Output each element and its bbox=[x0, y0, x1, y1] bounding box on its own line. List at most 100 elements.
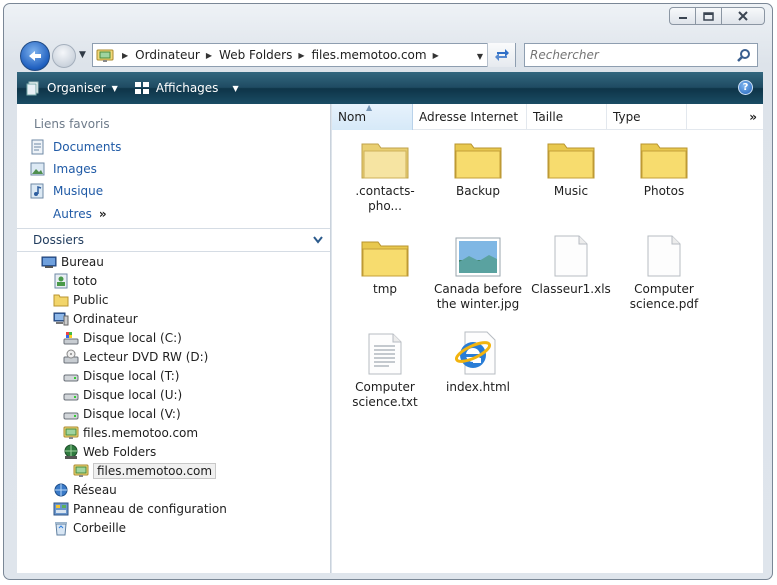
minimize-icon bbox=[678, 17, 687, 19]
drive-icon bbox=[63, 374, 79, 381]
blank-file-icon bbox=[554, 235, 588, 277]
column-header-name[interactable]: ▲ Nom bbox=[332, 103, 413, 130]
file-item-tmp[interactable]: tmp bbox=[339, 232, 431, 297]
address-bar[interactable]: ▶ Ordinateur ▶ Web Folders ▶ files.memot… bbox=[92, 43, 516, 67]
favorite-more-link[interactable]: Autres » bbox=[53, 207, 107, 221]
search-input[interactable] bbox=[525, 48, 725, 62]
file-item-contacts-folder[interactable]: .contacts-pho... bbox=[339, 134, 431, 214]
tree-item-label: Lecteur DVD RW (D:) bbox=[83, 349, 209, 364]
tree-item-drive-t[interactable]: Disque local (T:) bbox=[63, 366, 179, 385]
tree-item-label: Disque local (U:) bbox=[83, 387, 183, 402]
back-button[interactable] bbox=[20, 41, 50, 71]
column-header-address[interactable]: Adresse Internet bbox=[413, 104, 527, 130]
close-button[interactable] bbox=[721, 7, 765, 25]
tree-item-label: toto bbox=[73, 273, 98, 288]
maximize-button[interactable] bbox=[695, 7, 722, 25]
more-columns-chevron-icon[interactable]: » bbox=[749, 110, 757, 124]
tree-item-toto[interactable]: toto bbox=[53, 271, 97, 290]
file-name: index.html bbox=[446, 380, 510, 394]
favorite-link-music[interactable]: Musique bbox=[29, 183, 103, 199]
tree-item-bureau[interactable]: Bureau bbox=[41, 252, 104, 271]
recent-pages-dropdown[interactable]: ▼ bbox=[79, 50, 86, 60]
folder-icon bbox=[361, 241, 409, 277]
breadcrumb-separator-icon[interactable]: ▶ bbox=[200, 51, 219, 60]
image-file-icon bbox=[455, 237, 501, 277]
dvd-drive-icon bbox=[63, 349, 79, 363]
address-history-dropdown[interactable]: ▼ bbox=[477, 52, 483, 61]
chevron-down-icon: ▼ bbox=[111, 83, 118, 93]
tree-item-web-folders[interactable]: Web Folders bbox=[63, 442, 156, 461]
folders-header[interactable]: Dossiers bbox=[17, 228, 330, 252]
column-label: Type bbox=[613, 110, 641, 124]
file-name: Photos bbox=[643, 184, 685, 198]
chevron-down-icon: ▼ bbox=[232, 83, 239, 93]
web-folders-icon bbox=[64, 444, 78, 459]
tree-item-reseau[interactable]: Réseau bbox=[53, 480, 117, 499]
tree-item-control-panel[interactable]: Panneau de configuration bbox=[53, 499, 227, 518]
tree-item-label: Réseau bbox=[73, 482, 117, 497]
tree-item-public[interactable]: Public bbox=[53, 290, 109, 309]
file-list-pane: ▲ Nom Adresse Internet Taille Type » .co… bbox=[332, 103, 763, 573]
breadcrumb-separator-icon[interactable]: ▶ bbox=[427, 51, 446, 60]
tree-item-drive-u[interactable]: Disque local (U:) bbox=[63, 385, 182, 404]
breadcrumb-item[interactable]: files.memotoo.com bbox=[312, 48, 427, 62]
breadcrumb-item[interactable]: Web Folders bbox=[219, 48, 292, 62]
file-item-classeur-xls[interactable]: Classeur1.xls bbox=[525, 232, 617, 297]
file-item-computer-science-pdf[interactable]: Computer science.pdf bbox=[618, 232, 710, 312]
favorite-label: Musique bbox=[53, 184, 104, 198]
close-icon bbox=[738, 11, 748, 21]
minimize-button[interactable] bbox=[669, 7, 696, 25]
favorite-label: Images bbox=[53, 162, 97, 176]
forward-button[interactable] bbox=[52, 44, 76, 68]
network-place-icon bbox=[73, 464, 89, 477]
file-name: tmp bbox=[372, 282, 397, 296]
tree-item-label: files.memotoo.com bbox=[93, 462, 217, 479]
organize-button[interactable]: Organiser ▼ bbox=[17, 72, 126, 104]
column-header-size[interactable]: Taille bbox=[527, 104, 607, 130]
file-item-index-html[interactable]: index.html bbox=[432, 330, 524, 395]
file-item-music[interactable]: Music bbox=[525, 134, 617, 199]
tree-item-dvd-d[interactable]: Lecteur DVD RW (D:) bbox=[63, 347, 208, 366]
favorite-label: Documents bbox=[53, 140, 122, 154]
breadcrumb-separator-icon[interactable]: ▶ bbox=[292, 51, 311, 60]
tree-item-drive-v[interactable]: Disque local (V:) bbox=[63, 404, 181, 423]
search-icon[interactable] bbox=[737, 48, 751, 62]
favorite-link-documents[interactable]: Documents bbox=[29, 139, 121, 155]
chevron-right-icon: » bbox=[98, 207, 107, 221]
file-item-backup[interactable]: Backup bbox=[432, 134, 524, 199]
tree-item-ordinateur[interactable]: Ordinateur bbox=[53, 309, 138, 328]
control-panel-icon bbox=[53, 502, 69, 515]
file-item-photos[interactable]: Photos bbox=[618, 134, 710, 199]
views-label: Affichages bbox=[155, 81, 219, 95]
file-name: Canada before the winter.jpg bbox=[433, 282, 523, 311]
breadcrumb-separator-icon[interactable]: ▶ bbox=[116, 51, 135, 60]
column-header-type[interactable]: Type bbox=[607, 104, 687, 130]
tree-item-label: Public bbox=[73, 292, 109, 307]
tree-item-label: Corbeille bbox=[73, 520, 127, 535]
folder-icon bbox=[361, 143, 409, 179]
file-name: Music bbox=[553, 184, 589, 198]
file-item-canada-jpg[interactable]: Canada before the winter.jpg bbox=[432, 232, 524, 312]
drive-icon bbox=[63, 412, 79, 419]
search-box[interactable] bbox=[524, 43, 758, 67]
help-button[interactable]: ? bbox=[738, 80, 753, 95]
favorite-link-images[interactable]: Images bbox=[29, 161, 97, 177]
column-label: Nom bbox=[338, 110, 367, 124]
views-button[interactable]: Affichages ▼ bbox=[126, 72, 247, 104]
breadcrumb-item[interactable]: Ordinateur bbox=[135, 48, 200, 62]
file-name: .contacts-pho... bbox=[355, 184, 415, 213]
refresh-button[interactable] bbox=[487, 43, 515, 67]
tree-item-drive-c[interactable]: Disque local (C:) bbox=[63, 328, 182, 347]
desktop-icon bbox=[41, 256, 57, 268]
tree-item-label: Disque local (V:) bbox=[83, 406, 181, 421]
file-item-computer-science-txt[interactable]: Computer science.txt bbox=[339, 330, 431, 410]
tree-item-memotoo[interactable]: files.memotoo.com bbox=[63, 423, 198, 442]
music-icon bbox=[30, 183, 44, 199]
command-bar: Organiser ▼ Affichages ▼ ? bbox=[17, 72, 763, 104]
sort-ascending-icon: ▲ bbox=[366, 103, 373, 112]
window-controls bbox=[669, 7, 765, 25]
tree-item-label: Ordinateur bbox=[73, 311, 138, 326]
recycle-bin-icon bbox=[55, 521, 67, 535]
tree-item-recycle-bin[interactable]: Corbeille bbox=[53, 518, 126, 537]
tree-item-memotoo-selected[interactable]: files.memotoo.com bbox=[73, 461, 217, 480]
